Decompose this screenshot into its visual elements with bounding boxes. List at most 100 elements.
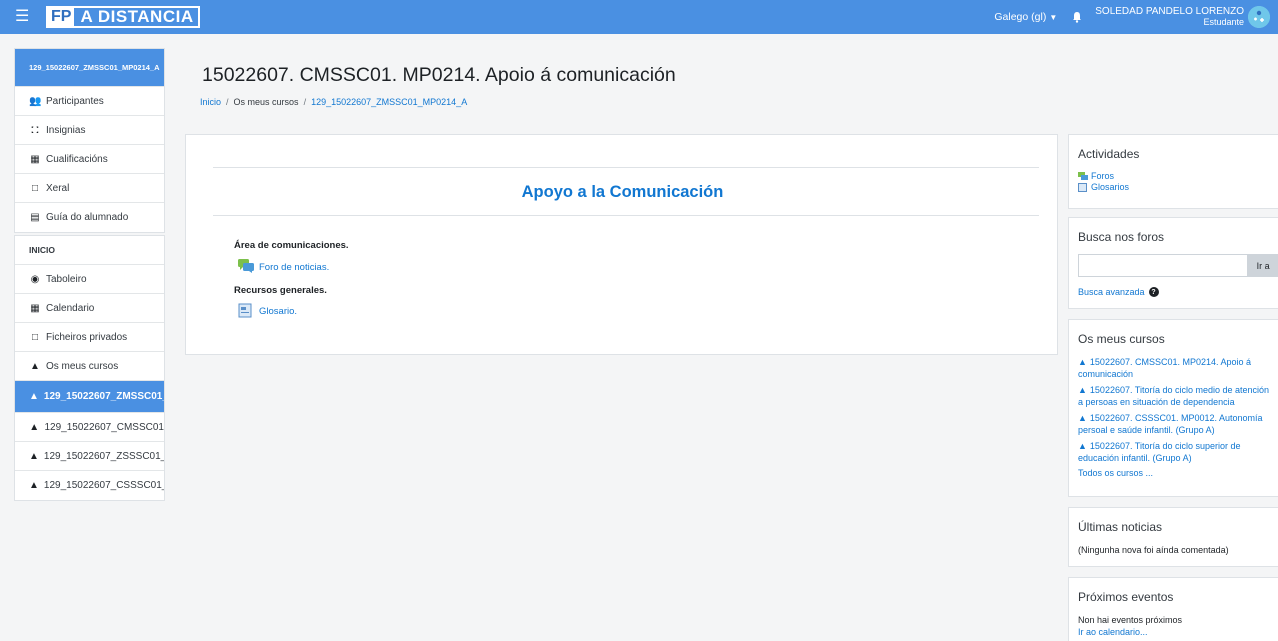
page-title: 15022607. CMSSC01. MP0214. Apoio á comun… bbox=[202, 64, 676, 86]
drawer-item-participants[interactable]: 👥 Participantes bbox=[15, 87, 164, 116]
language-menu[interactable]: Galego (gl) ▼ bbox=[994, 11, 1057, 23]
graduation-cap-icon: ▲ bbox=[1078, 413, 1087, 423]
drawer-item-label: Taboleiro bbox=[46, 273, 87, 285]
dashboard-icon: ◉ bbox=[30, 273, 40, 285]
drawer-course-label: 129_15022607_ZMSSC01_MP0214_A bbox=[29, 63, 160, 72]
activity-label: Glosarios bbox=[1091, 182, 1130, 192]
user-name: SOLEDAD PANDELO LORENZO bbox=[1095, 6, 1244, 17]
breadcrumb-separator: / bbox=[226, 97, 229, 107]
breadcrumb: Inicio / Os meus cursos / 129_15022607_ZMSSC… bbox=[200, 97, 467, 107]
drawer-item-label: Insignias bbox=[46, 124, 86, 136]
drawer-course-active[interactable]: ▲ 129_15022607_ZMSSC01_MP0214_A bbox=[15, 381, 164, 413]
block-title: Actividades bbox=[1078, 147, 1140, 161]
breadcrumb-my-courses[interactable]: Os meus cursos bbox=[234, 97, 299, 107]
drawer-item-label: Ficheiros privados bbox=[46, 331, 128, 343]
my-course-label: 15022607. Titoría do ciclo superior de e… bbox=[1078, 441, 1241, 463]
glossary-icon bbox=[238, 303, 255, 318]
help-icon[interactable]: ? bbox=[1148, 287, 1159, 297]
forum-link[interactable]: Foro de noticias. bbox=[238, 259, 329, 273]
language-label: Galego (gl) bbox=[994, 11, 1047, 23]
drawer-item-dashboard[interactable]: ◉ Taboleiro bbox=[15, 265, 164, 294]
drawer-section-label: INICIO bbox=[29, 245, 55, 255]
drawer-item-grades[interactable]: ▦ Cualificacións bbox=[15, 145, 164, 174]
drawer-item-label: Participantes bbox=[46, 95, 104, 107]
activity-label: Foros bbox=[1091, 171, 1115, 181]
nav-drawer: 129_15022607_ZMSSC01_MP0214_A 👥 Participa… bbox=[14, 48, 165, 501]
menu-icon[interactable]: ☰ bbox=[15, 9, 33, 25]
graduation-cap-icon: ▲ bbox=[1078, 441, 1087, 451]
forum-search-input[interactable] bbox=[1078, 254, 1249, 277]
users-icon: 👥 bbox=[29, 95, 42, 107]
drawer-course-item[interactable]: ▲ 129_15022607_ZSSSC01_MP0012_A bbox=[15, 442, 164, 471]
my-course-label: 15022607. Titoría do ciclo medio de aten… bbox=[1078, 385, 1270, 407]
document-icon: ▤ bbox=[30, 212, 40, 223]
user-role: Estudante bbox=[1203, 17, 1244, 27]
drawer-course-item[interactable]: ▲ 129_15022607_CMSSC01 bbox=[15, 413, 164, 442]
forum-link-label: Foro de noticias. bbox=[259, 262, 330, 273]
section-label-resources: Recursos generales. bbox=[234, 285, 327, 296]
advanced-search-label: Busca avanzada bbox=[1078, 287, 1145, 297]
all-courses-link[interactable]: Todos os cursos ... bbox=[1078, 468, 1278, 479]
drawer-course-label: 129_15022607_ZMSSC01_MP0214_A bbox=[43, 391, 164, 402]
graduation-cap-icon: ▲ bbox=[29, 450, 39, 462]
calendar-icon: ▦ bbox=[30, 302, 40, 314]
glossary-link[interactable]: Glosario. bbox=[238, 303, 298, 318]
drawer-item-label: Cualificacións bbox=[46, 153, 108, 165]
glossary-link-label: Glosario. bbox=[259, 306, 298, 317]
my-course-link[interactable]: ▲ 15022607. Titoría do ciclo superior de … bbox=[1078, 440, 1273, 464]
graduation-cap-icon: ▲ bbox=[1078, 357, 1087, 367]
shield-icon: ⛚ bbox=[31, 124, 39, 136]
news-empty-text: (Ningunha nova foi aínda comentada) bbox=[1078, 545, 1229, 555]
avatar[interactable] bbox=[1248, 6, 1270, 28]
drawer-item-general[interactable]: □ Xeral bbox=[15, 174, 164, 203]
block-upcoming-events: Próximos eventos Non hai eventos próximo… bbox=[1068, 577, 1278, 641]
my-course-link[interactable]: ▲ 15022607. CSSSC01. MP0012. Autonomía pe… bbox=[1078, 412, 1273, 436]
user-menu[interactable]: SOLEDAD PANDELO LORENZO Estudante bbox=[1095, 6, 1244, 28]
breadcrumb-course[interactable]: 129_15022607_ZMSSC01_MP0214_A bbox=[311, 97, 467, 107]
graduation-cap-icon: ▲ bbox=[29, 421, 40, 433]
go-to-calendar-link[interactable]: Ir ao calendario... bbox=[1078, 627, 1278, 638]
forum-search-button[interactable]: Ir a bbox=[1248, 254, 1278, 277]
section-label-communications: Área de comunicaciones. bbox=[234, 240, 349, 251]
graduation-cap-icon: ▲ bbox=[29, 480, 39, 491]
divider bbox=[213, 215, 1039, 216]
course-content: Apoyo a la Comunicación Área de comunica… bbox=[185, 134, 1058, 355]
logo-fp: FP bbox=[48, 8, 75, 26]
my-course-link[interactable]: ▲ 15022607. CMSSC01. MP0214. Apoio á comu… bbox=[1078, 356, 1273, 380]
events-empty-text: Non hai eventos próximos bbox=[1078, 615, 1183, 625]
breadcrumb-home[interactable]: Inicio bbox=[200, 97, 221, 107]
block-latest-news: Últimas noticias (Ningunha nova foi aínd… bbox=[1068, 507, 1278, 567]
my-course-link[interactable]: ▲ 15022607. Titoría do ciclo medio de ate… bbox=[1078, 384, 1273, 408]
folder-icon: □ bbox=[31, 182, 39, 194]
advanced-search-link[interactable]: Busca avanzada ? bbox=[1078, 287, 1278, 297]
drawer-item-label: Xeral bbox=[46, 182, 70, 194]
drawer-course-label: 129_15022607_CMSSC01 bbox=[44, 421, 164, 433]
block-title: Os meus cursos bbox=[1078, 332, 1165, 346]
breadcrumb-separator: / bbox=[303, 97, 307, 107]
site-logo[interactable]: FP A DISTANCIA bbox=[46, 6, 200, 28]
drawer-item-calendar[interactable]: ▦ Calendario bbox=[15, 294, 164, 323]
file-icon: □ bbox=[31, 331, 39, 343]
drawer-course-home[interactable]: 129_15022607_ZMSSC01_MP0214_A bbox=[15, 49, 164, 87]
graduation-cap-icon: ▲ bbox=[29, 391, 39, 402]
glossary-icon bbox=[1078, 183, 1088, 192]
forum-icon bbox=[1078, 172, 1088, 181]
activity-forums-link[interactable]: Foros bbox=[1078, 171, 1278, 182]
drawer-item-label: Os meus cursos bbox=[46, 360, 119, 372]
table-icon: ▦ bbox=[30, 153, 40, 165]
my-course-label: 15022607. CSSSC01. MP0012. Autonomía per… bbox=[1078, 413, 1263, 435]
drawer-item-my-courses[interactable]: ▲ Os meus cursos bbox=[15, 352, 164, 381]
drawer-item-badges[interactable]: ⛚ Insignias bbox=[15, 116, 164, 145]
top-navbar: ☰ FP A DISTANCIA Galego (gl) ▼ SOLEDAD PA… bbox=[0, 0, 1278, 34]
drawer-item-label: Guía do alumnado bbox=[46, 212, 129, 223]
block-title: Próximos eventos bbox=[1078, 590, 1174, 604]
divider bbox=[213, 167, 1039, 168]
forum-icon bbox=[238, 259, 255, 273]
activity-glossaries-link[interactable]: Glosarios bbox=[1078, 182, 1278, 193]
drawer-section-home[interactable]: INICIO bbox=[15, 236, 164, 265]
drawer-item-guide[interactable]: ▤ Guía do alumnado bbox=[15, 203, 164, 232]
bell-icon[interactable] bbox=[1071, 11, 1083, 23]
course-heading: Apoyo a la Comunicación bbox=[521, 183, 724, 201]
drawer-item-private-files[interactable]: □ Ficheiros privados bbox=[15, 323, 164, 352]
drawer-course-item[interactable]: ▲ 129_15022607_CSSSC01_A bbox=[15, 471, 164, 500]
